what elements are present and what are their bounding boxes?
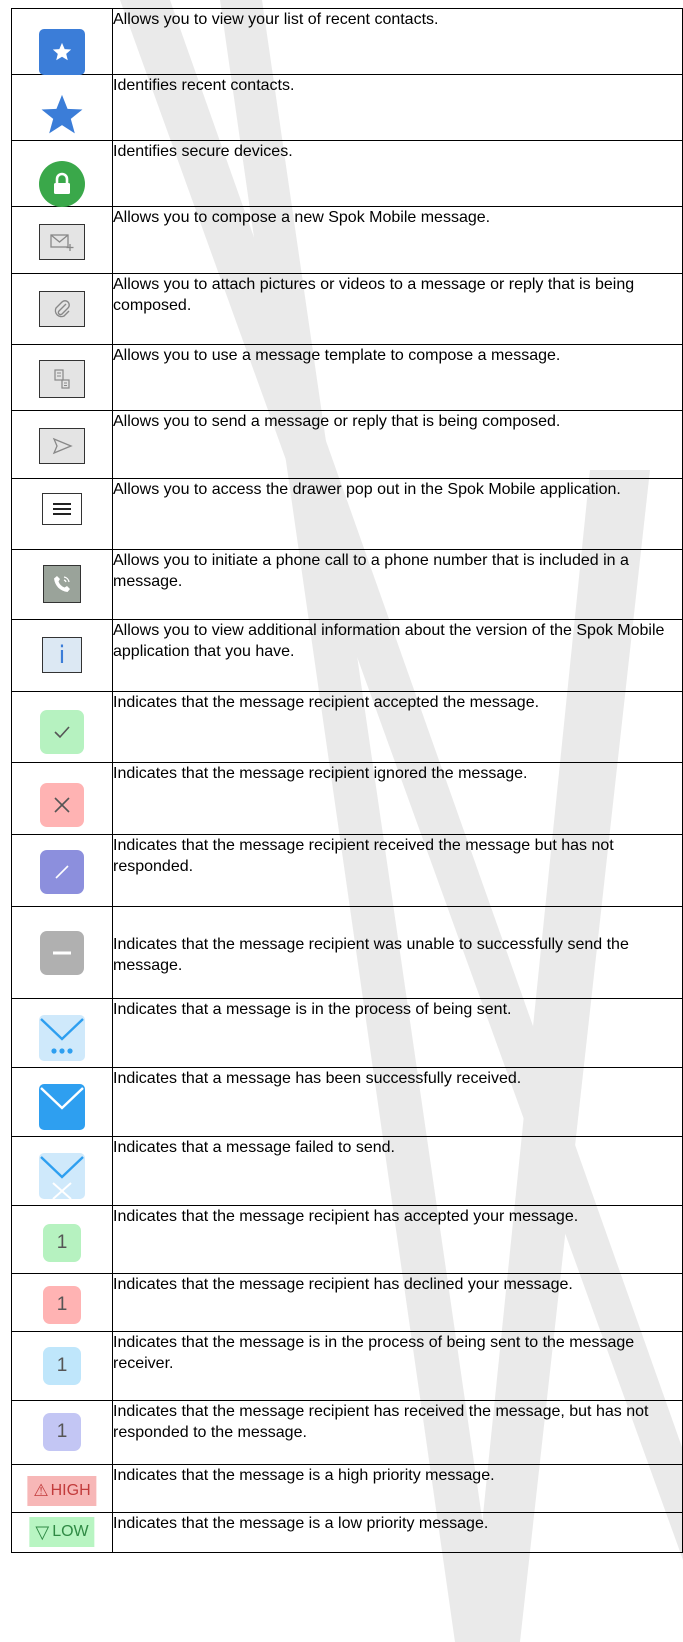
phone-call-icon <box>43 565 81 603</box>
accepted-check-icon <box>40 710 84 754</box>
description: Indicates that a message failed to send. <box>112 1136 683 1206</box>
table-row: Indicates that the message recipient ign… <box>11 762 683 835</box>
icon-cell <box>11 140 113 207</box>
table-row: Identifies recent contacts. <box>11 74 683 142</box>
icon-cell <box>11 834 113 907</box>
table-row: i Allows you to view additional informat… <box>11 619 683 692</box>
description: Allows you to view additional informatio… <box>112 619 683 692</box>
table-row: Indicates that the message recipient acc… <box>11 691 683 763</box>
high-priority-icon: ⚠ HIGH <box>27 1476 97 1506</box>
description: Allows you to view your list of recent c… <box>112 8 683 75</box>
description: Allows you to send a message or reply th… <box>112 410 683 479</box>
compose-message-icon <box>39 224 85 260</box>
template-icon <box>39 360 85 398</box>
description: Indicates that the message recipient was… <box>112 906 683 999</box>
description: Allows you to initiate a phone call to a… <box>112 549 683 620</box>
table-row: 1 Indicates that the message recipient h… <box>11 1273 683 1332</box>
table-row: Allows you to use a message template to … <box>11 344 683 411</box>
envelope-failed-icon <box>39 1153 85 1199</box>
icon-cell: ▽ LOW <box>11 1512 113 1553</box>
table-row: Allows you to compose a new Spok Mobile … <box>11 206 683 274</box>
failed-minus-icon <box>40 931 84 975</box>
icon-cell <box>11 273 113 345</box>
table-row: 1 Indicates that the message recipient h… <box>11 1205 683 1274</box>
table-row: Allows you to attach pictures or videos … <box>11 273 683 345</box>
recent-contacts-star-button-icon <box>39 29 85 75</box>
table-row: ▽ LOW Indicates that the message is a lo… <box>11 1512 683 1553</box>
lock-icon <box>39 161 85 207</box>
icon-cell: 1 <box>11 1400 113 1465</box>
received-slash-icon <box>40 850 84 894</box>
icon-cell <box>11 74 113 142</box>
icon-cell <box>11 1067 113 1137</box>
envelope-received-icon <box>39 1084 85 1130</box>
count-sending-icon: 1 <box>43 1347 81 1385</box>
menu-drawer-icon <box>42 493 82 525</box>
icon-cell <box>11 1136 113 1206</box>
icon-cell <box>11 549 113 620</box>
table-row: Identifies secure devices. <box>11 140 683 207</box>
table-row: Indicates that the message recipient rec… <box>11 834 683 907</box>
ignored-x-icon <box>40 783 84 827</box>
count-received-icon: 1 <box>43 1413 81 1451</box>
table-row: Indicates that a message has been succes… <box>11 1067 683 1137</box>
table-row: Allows you to view your list of recent c… <box>11 8 683 75</box>
icon-cell: i <box>11 619 113 692</box>
icon-cell: 1 <box>11 1205 113 1274</box>
priority-label: LOW <box>52 1523 89 1540</box>
low-priority-icon: ▽ LOW <box>29 1517 95 1547</box>
description: Indicates that the message recipient ign… <box>112 762 683 835</box>
table-row: Indicates that the message recipient was… <box>11 906 683 999</box>
description: Indicates that the message is in the pro… <box>112 1331 683 1401</box>
icon-cell <box>11 691 113 763</box>
description: Indicates that a message has been succes… <box>112 1067 683 1137</box>
icon-cell <box>11 762 113 835</box>
description: Indicates that the message recipient has… <box>112 1205 683 1274</box>
table-row: Allows you to send a message or reply th… <box>11 410 683 479</box>
table-row: Allows you to access the drawer pop out … <box>11 478 683 550</box>
icon-cell: 1 <box>11 1331 113 1401</box>
icon-cell <box>11 344 113 411</box>
description: Indicates that the message is a high pri… <box>112 1464 683 1513</box>
table-row: Indicates that a message failed to send. <box>11 1136 683 1206</box>
table-row: 1 Indicates that the message recipient h… <box>11 1400 683 1465</box>
description: Identifies recent contacts. <box>112 74 683 141</box>
icon-cell <box>11 410 113 479</box>
warning-triangle-icon: ⚠ <box>33 1481 49 1500</box>
description: Indicates that the message is a low prio… <box>112 1512 683 1553</box>
icon-cell <box>11 998 113 1068</box>
description: Allows you to use a message template to … <box>112 344 683 411</box>
description: Indicates that a message is in the proce… <box>112 998 683 1068</box>
description: Indicates that the message recipient has… <box>112 1273 683 1332</box>
priority-label: HIGH <box>50 1482 91 1499</box>
count-accepted-icon: 1 <box>43 1224 81 1262</box>
icon-cell: 1 <box>11 1273 113 1332</box>
icon-cell <box>11 8 113 75</box>
description: Allows you to compose a new Spok Mobile … <box>112 206 683 274</box>
table-row: Indicates that a message is in the proce… <box>11 998 683 1068</box>
description: Indicates that the message recipient rec… <box>112 834 683 907</box>
table-row: Allows you to initiate a phone call to a… <box>11 549 683 620</box>
star-icon <box>39 93 85 142</box>
description: Indicates that the message recipient has… <box>112 1400 683 1465</box>
description: Identifies secure devices. <box>112 140 683 207</box>
down-triangle-icon: ▽ <box>35 1521 50 1542</box>
table-row: ⚠ HIGH Indicates that the message is a h… <box>11 1464 683 1513</box>
icon-cell <box>11 478 113 550</box>
description: Allows you to attach pictures or videos … <box>112 273 683 345</box>
icon-cell <box>11 906 113 999</box>
envelope-sending-icon <box>39 1015 85 1061</box>
send-icon <box>39 428 85 464</box>
description: Indicates that the message recipient acc… <box>112 691 683 763</box>
paperclip-icon <box>39 291 85 327</box>
description: Allows you to access the drawer pop out … <box>112 478 683 550</box>
info-icon: i <box>42 637 82 673</box>
icon-cell <box>11 206 113 274</box>
icon-reference-table: Allows you to view your list of recent c… <box>11 8 683 1553</box>
count-declined-icon: 1 <box>43 1286 81 1324</box>
icon-cell: ⚠ HIGH <box>11 1464 113 1513</box>
table-row: 1 Indicates that the message is in the p… <box>11 1331 683 1401</box>
